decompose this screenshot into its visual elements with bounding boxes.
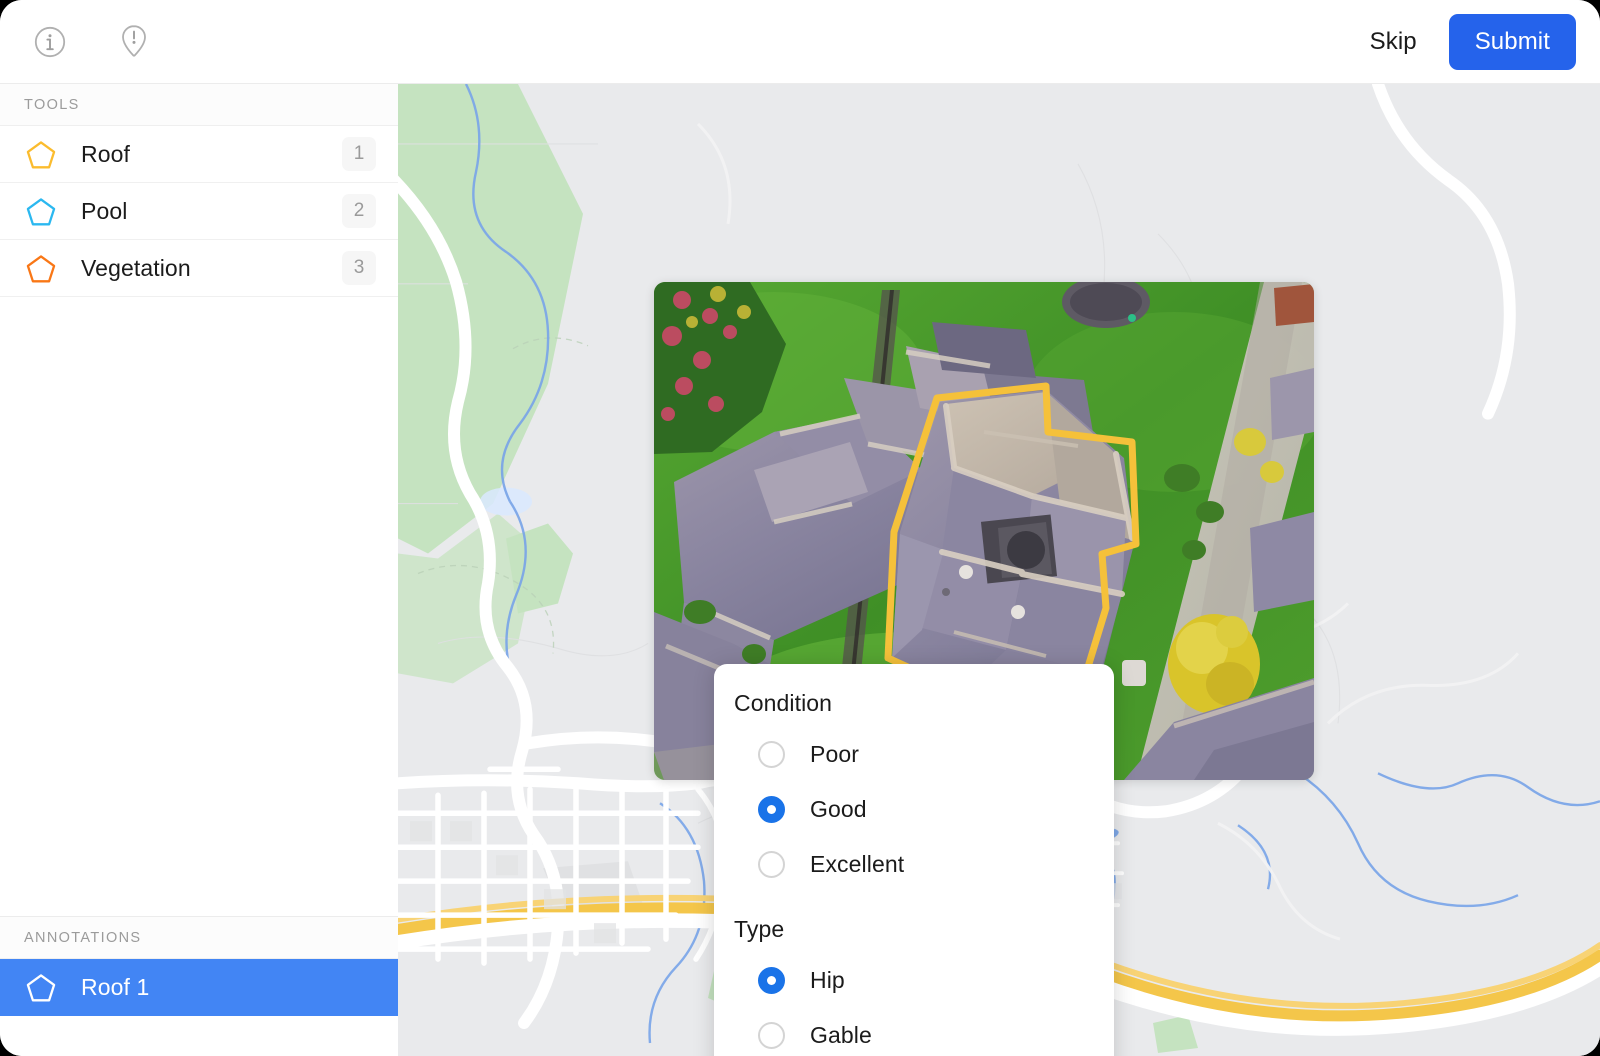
info-circle-icon[interactable] xyxy=(30,22,70,62)
skip-button[interactable]: Skip xyxy=(1350,18,1437,66)
annotation-item-label: Roof 1 xyxy=(81,974,150,1000)
annotations-section-header: ANNOTATIONS xyxy=(0,917,398,959)
annotations-section: ANNOTATIONS Roof 1 xyxy=(0,916,398,1016)
radio-circle-icon xyxy=(758,851,785,878)
annotations-tail xyxy=(0,1016,398,1056)
map-pin-alert-icon[interactable] xyxy=(114,22,154,62)
attribute-popup: Condition Poor Good Excellent Type Hip G… xyxy=(714,664,1114,1056)
pentagon-icon xyxy=(24,973,58,1002)
radio-option-label: Hip xyxy=(810,967,845,993)
body-split: TOOLS Roof 1 Pool 2 Vegetation 3 ANNOTAT… xyxy=(0,83,1600,1056)
radio-circle-checked-icon xyxy=(758,796,785,823)
popup-group-title-condition: Condition xyxy=(734,690,833,716)
radio-circle-icon xyxy=(758,1022,785,1049)
sidebar-tool-label: Vegetation xyxy=(81,254,191,281)
submit-button[interactable]: Submit xyxy=(1448,13,1576,70)
map-canvas[interactable]: Condition Poor Good Excellent Type Hip G… xyxy=(398,83,1600,1056)
radio-option-good[interactable]: Good xyxy=(714,782,1114,837)
sidebar-tool-label: Pool xyxy=(81,197,128,224)
annotation-item-roof-1[interactable]: Roof 1 xyxy=(0,959,398,1016)
pentagon-icon xyxy=(24,140,58,169)
radio-circle-checked-icon xyxy=(758,967,785,994)
sidebar-tool-vegetation[interactable]: Vegetation 3 xyxy=(0,240,398,297)
tools-section-header: TOOLS xyxy=(0,84,398,126)
sidebar: TOOLS Roof 1 Pool 2 Vegetation 3 ANNOTAT… xyxy=(0,83,398,1056)
sidebar-tool-label: Roof xyxy=(81,140,130,167)
sidebar-tool-shortcut: 2 xyxy=(342,194,376,228)
popup-group-title-type: Type xyxy=(734,916,785,942)
sidebar-spacer xyxy=(0,297,398,916)
radio-option-excellent[interactable]: Excellent xyxy=(714,837,1114,892)
header-icon-group xyxy=(30,22,154,62)
radio-option-poor[interactable]: Poor xyxy=(714,727,1114,782)
radio-option-label: Good xyxy=(810,796,867,822)
radio-option-gable[interactable]: Gable xyxy=(714,1008,1114,1056)
app-window: Skip Submit TOOLS Roof 1 Pool 2 Vegetati… xyxy=(0,0,1600,1056)
app-header: Skip Submit xyxy=(0,0,1600,83)
pentagon-icon xyxy=(24,254,58,283)
radio-option-label: Poor xyxy=(810,741,859,767)
radio-option-hip[interactable]: Hip xyxy=(714,953,1114,1008)
sidebar-tool-shortcut: 1 xyxy=(342,137,376,171)
radio-option-label: Gable xyxy=(810,1022,872,1048)
sidebar-tool-roof[interactable]: Roof 1 xyxy=(0,126,398,183)
radio-option-label: Excellent xyxy=(810,851,905,877)
sidebar-tool-pool[interactable]: Pool 2 xyxy=(0,183,398,240)
sidebar-tool-shortcut: 3 xyxy=(342,251,376,285)
pentagon-icon xyxy=(24,197,58,226)
radio-circle-icon xyxy=(758,741,785,768)
